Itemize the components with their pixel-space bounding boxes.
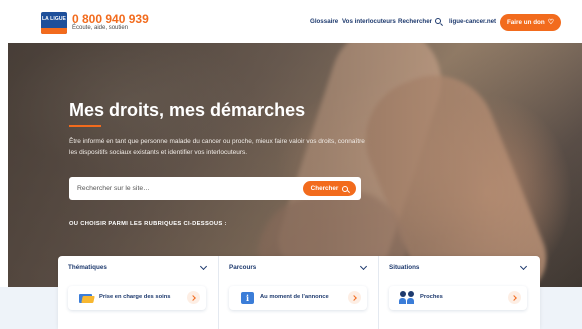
ligue-logo[interactable]: LA LIGUE	[41, 12, 67, 34]
card-label: Proches	[420, 294, 443, 300]
donate-label: Faire un don	[506, 19, 545, 26]
nav-rechercher-label: Rechercher	[398, 18, 433, 25]
search-button[interactable]: Chercher	[303, 181, 356, 196]
nav-rechercher[interactable]: Rechercher	[398, 18, 442, 25]
info-icon	[241, 292, 254, 304]
card-label: Prise en charge des soins	[99, 294, 171, 300]
chevron-down-icon[interactable]	[519, 262, 528, 271]
chevron-down-icon[interactable]	[199, 262, 208, 271]
logo-text: LA LIGUE	[42, 16, 66, 22]
helpline-tagline: Écoute, aide, soutien	[72, 25, 129, 31]
search-button-label: Chercher	[310, 185, 339, 192]
card-prise-en-charge[interactable]: Prise en charge des soins	[68, 286, 206, 310]
column-heading[interactable]: Situations	[389, 264, 419, 271]
site-header: LA LIGUE 0 800 940 939 Écoute, aide, sou…	[0, 0, 582, 43]
donate-button[interactable]: Faire un don ♡	[500, 14, 561, 31]
card-proches[interactable]: Proches	[389, 286, 527, 310]
search-input[interactable]	[77, 182, 297, 195]
search-icon	[435, 18, 442, 25]
column-heading[interactable]: Thématiques	[68, 264, 107, 271]
column-heading[interactable]: Parcours	[229, 264, 256, 271]
chevron-right-icon	[508, 291, 521, 304]
logo-stripe	[41, 28, 67, 34]
people-icon	[399, 291, 415, 305]
page: LA LIGUE 0 800 940 939 Écoute, aide, sou…	[0, 0, 582, 329]
column-thematiques: Thématiques Prise en charge des soins	[58, 256, 218, 329]
folder-icon	[79, 292, 95, 303]
card-label: Au moment de l'annonce	[260, 294, 329, 300]
column-situations: Situations Proches	[378, 256, 538, 329]
card-annonce[interactable]: Au moment de l'annonce	[229, 286, 367, 310]
chevron-down-icon[interactable]	[359, 262, 368, 271]
chevron-right-icon	[187, 291, 200, 304]
column-parcours: Parcours Au moment de l'annonce	[218, 256, 378, 329]
nav-ligue-cancer[interactable]: ligue-cancer.net	[449, 18, 496, 25]
helpline-phone[interactable]: 0 800 940 939	[72, 12, 149, 26]
nav-interlocuteurs[interactable]: Vos interlocuteurs	[342, 18, 396, 25]
nav-glossaire[interactable]: Glossaire	[310, 18, 338, 25]
search-icon	[342, 185, 349, 192]
search-bar: Chercher	[69, 177, 361, 200]
chevron-right-icon	[348, 291, 361, 304]
rubriques-label: OU CHOISIR PARMI LES RUBRIQUES CI-DESSOU…	[69, 221, 227, 227]
page-title: Mes droits, mes démarches	[69, 100, 306, 120]
heart-icon: ♡	[547, 19, 555, 26]
hero-description: Être informé en tant que personne malade…	[69, 138, 365, 156]
title-underline	[69, 125, 101, 127]
category-panel: Thématiques Prise en charge des soins Pa…	[58, 256, 540, 329]
